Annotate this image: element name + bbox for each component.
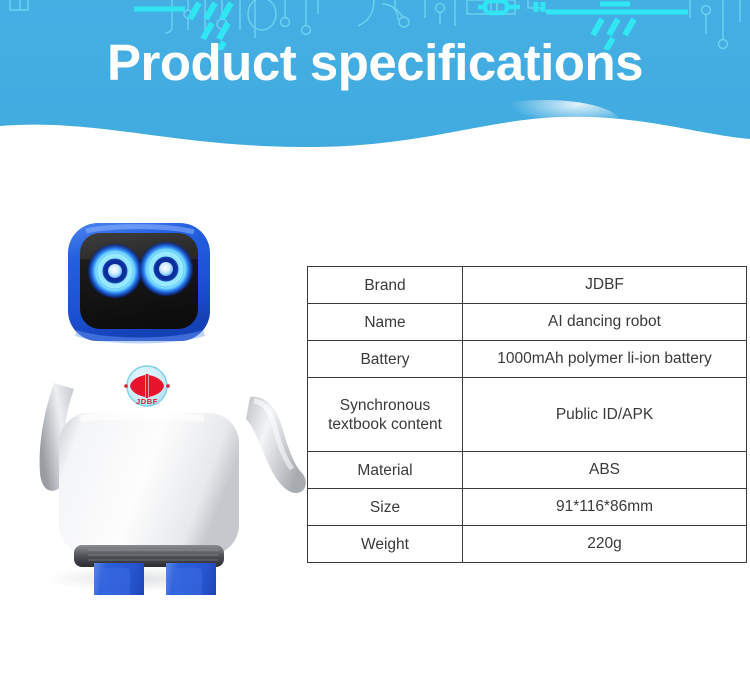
ai-dancing-robot-image: JDBF xyxy=(39,223,306,595)
spec-label: Brand xyxy=(307,266,463,304)
robot-right-arm xyxy=(246,396,306,493)
page-header-banner: Product specifications xyxy=(0,0,750,150)
spec-value: 91*116*86mm xyxy=(462,488,747,526)
spec-value: 1000mAh polymer li-ion battery xyxy=(462,340,747,378)
spec-value: Public ID/APK xyxy=(462,377,747,452)
product-specifications-table: Brand JDBF Name AI dancing robot Battery… xyxy=(307,266,747,563)
table-row: Battery 1000mAh polymer li-ion battery xyxy=(307,340,747,378)
spec-label: Name xyxy=(307,303,463,341)
robot-left-leg xyxy=(94,563,144,595)
spec-label-line-2: textbook content xyxy=(328,415,442,433)
robot-right-leg xyxy=(166,563,216,595)
table-row: Brand JDBF xyxy=(307,266,747,304)
robot-torso xyxy=(59,413,239,555)
spec-value: 220g xyxy=(462,525,747,563)
spec-value: JDBF xyxy=(462,266,747,304)
table-row: Weight 220g xyxy=(307,525,747,563)
spec-label: Battery xyxy=(307,340,463,378)
svg-text:JDBF: JDBF xyxy=(136,397,158,406)
spec-value: AI dancing robot xyxy=(462,303,747,341)
table-row: Name AI dancing robot xyxy=(307,303,747,341)
robot-left-eye xyxy=(87,243,143,299)
jdbf-logo-badge: JDBF xyxy=(124,365,170,407)
spec-label: Synchronous textbook content xyxy=(307,377,463,452)
robot-right-eye xyxy=(138,241,194,297)
table-row: Size 91*116*86mm xyxy=(307,488,747,526)
page-title: Product specifications xyxy=(107,34,643,91)
spec-label: Material xyxy=(307,451,463,489)
spec-label-line-1: Synchronous xyxy=(339,396,431,414)
table-row: Material ABS xyxy=(307,451,747,489)
table-row: Synchronous textbook content Public ID/A… xyxy=(307,377,747,452)
spec-label: Size xyxy=(307,488,463,526)
spec-value: ABS xyxy=(462,451,747,489)
spec-label: Weight xyxy=(307,525,463,563)
